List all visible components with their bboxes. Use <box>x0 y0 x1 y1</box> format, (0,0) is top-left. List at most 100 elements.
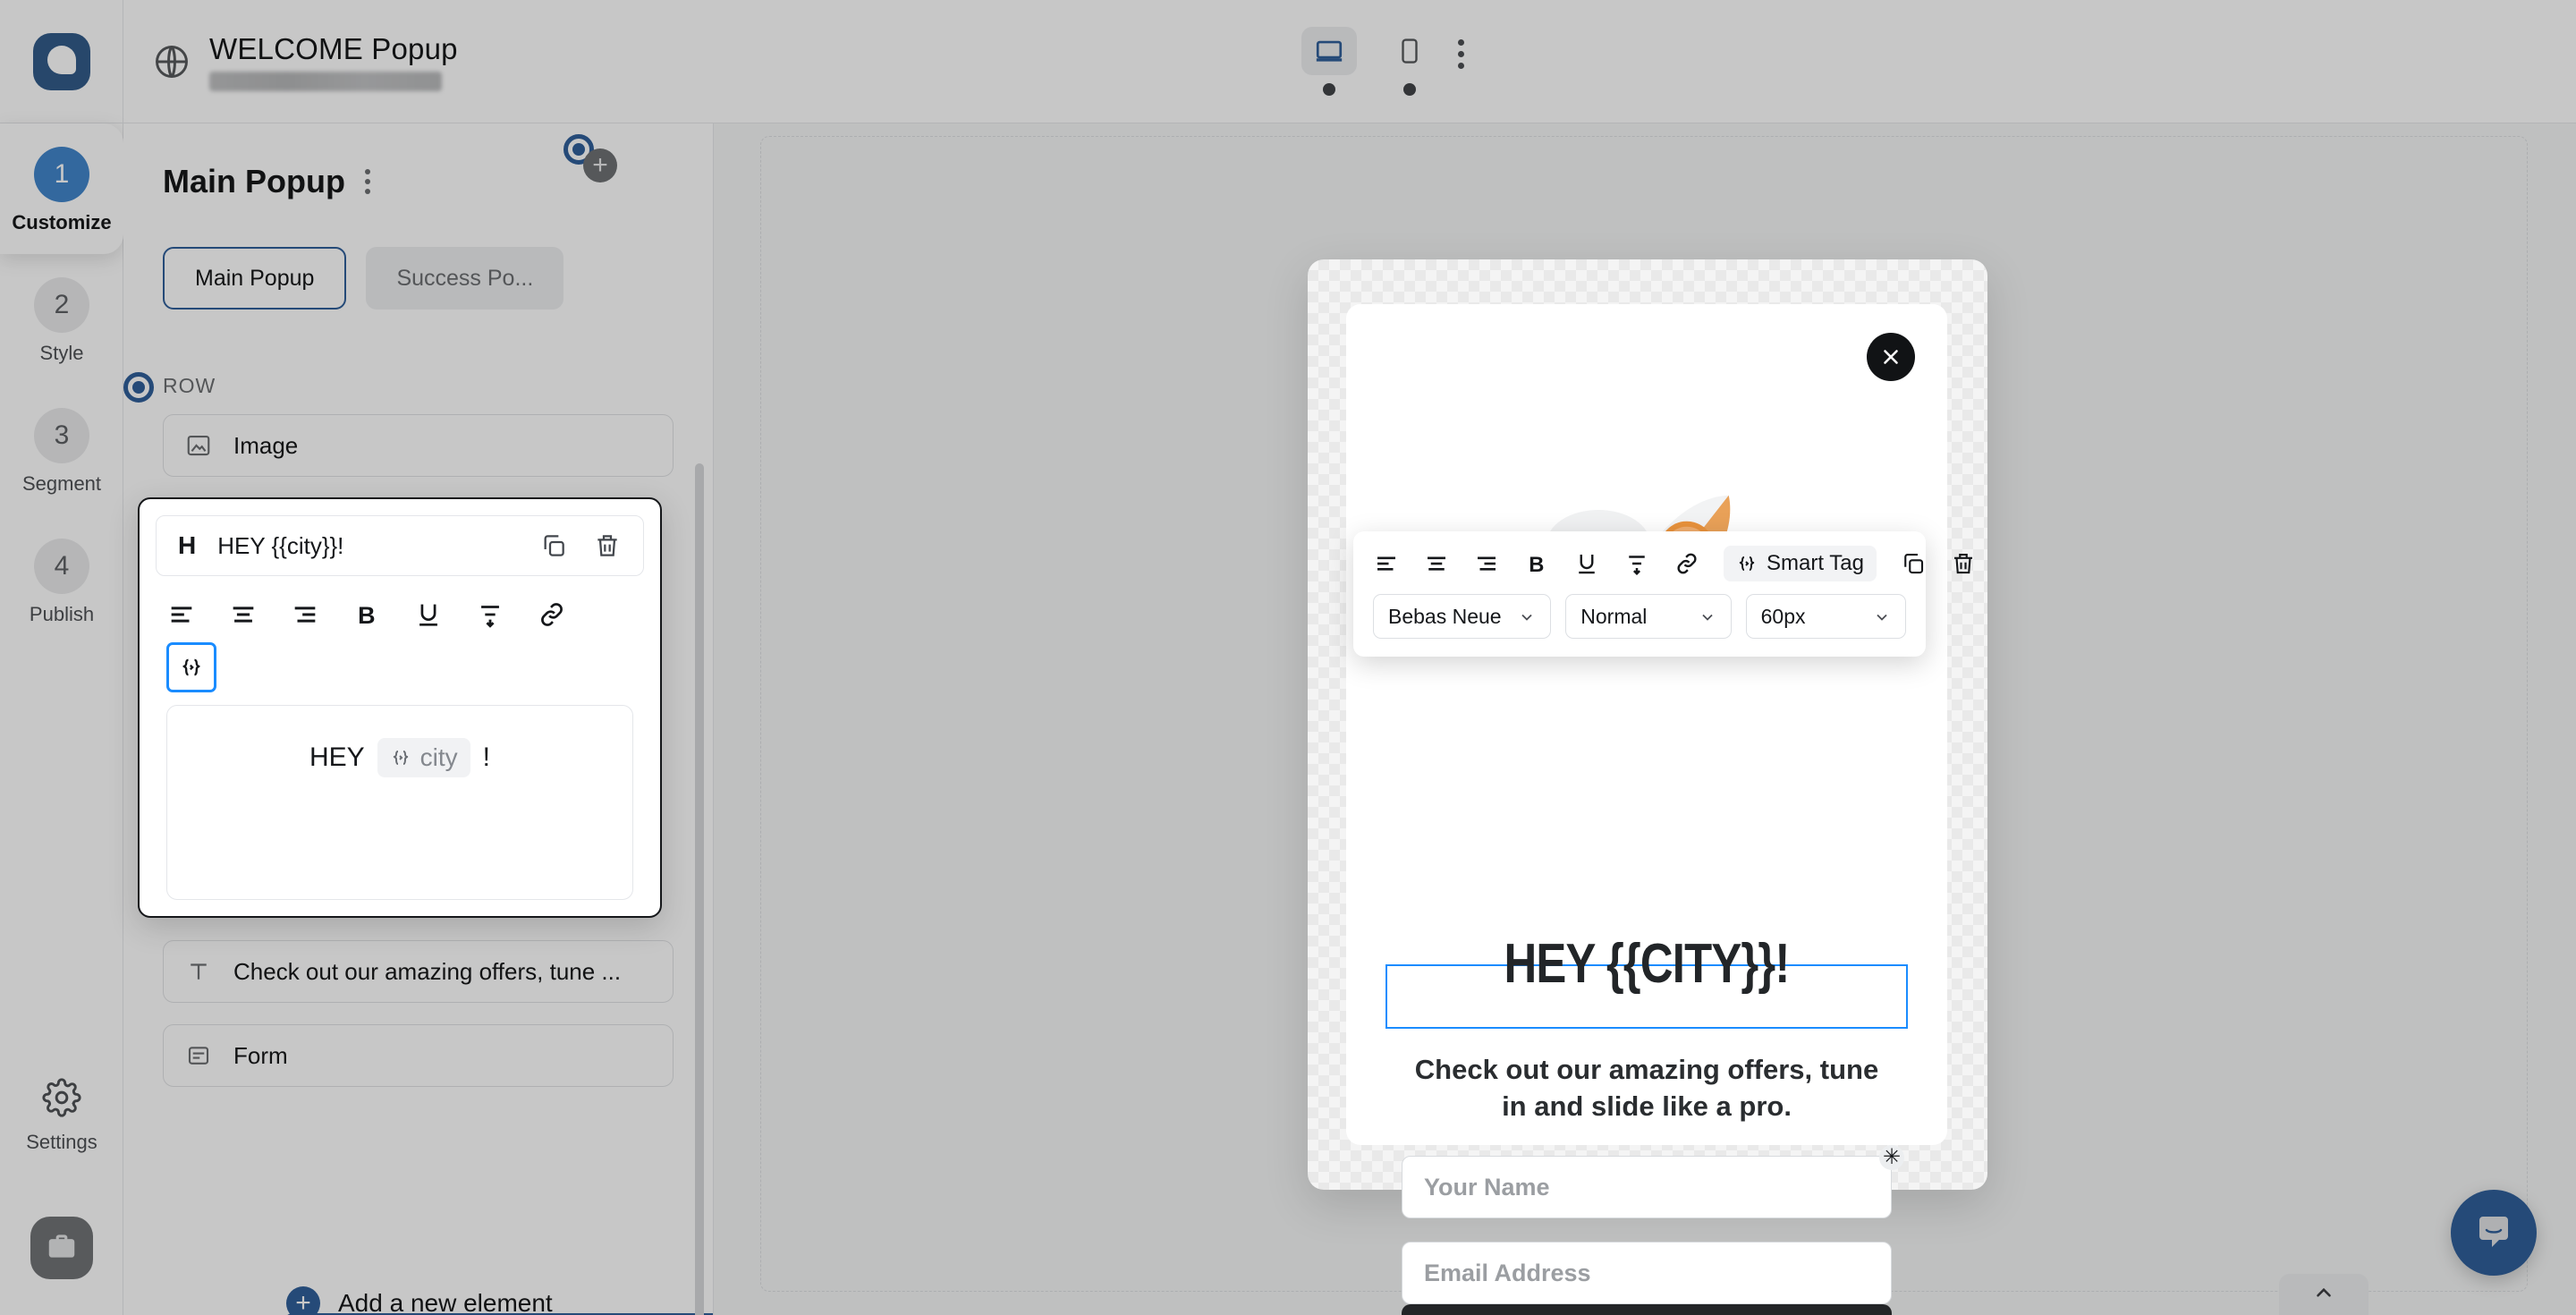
keep-me-updated-button[interactable]: Keep me updated <box>1402 1304 1892 1315</box>
sidebar-item-customize[interactable]: 1 Customize <box>0 123 123 254</box>
bold-icon[interactable]: B <box>1523 550 1550 577</box>
copy-icon[interactable] <box>539 531 568 560</box>
kebab-menu-icon[interactable] <box>1458 39 1464 69</box>
heading-actions <box>539 531 622 560</box>
align-left-icon[interactable] <box>166 599 197 630</box>
font-weight-value: Normal <box>1580 604 1648 628</box>
popup-heading: HEY {{CITY}}! <box>1504 933 1791 995</box>
collapse-panel-button[interactable] <box>2279 1274 2368 1315</box>
sidebar-item-style[interactable]: 2 Style <box>0 254 123 385</box>
trash-icon[interactable] <box>593 531 622 560</box>
smart-tag-chip-label: city <box>419 743 458 771</box>
underline-icon[interactable] <box>1573 550 1600 577</box>
heading-title: HEY {{city}}! <box>217 531 344 559</box>
font-size-select[interactable]: 60px <box>1745 594 1906 639</box>
tab-main-popup[interactable]: Main Popup <box>163 247 347 310</box>
step-number: 3 <box>34 408 89 463</box>
tab-success-popup[interactable]: Success Po... <box>366 247 564 310</box>
sidebar-item-segment[interactable]: 3 Segment <box>0 385 123 515</box>
link-icon[interactable] <box>1674 550 1700 577</box>
align-right-icon[interactable] <box>1473 550 1500 577</box>
chevron-down-icon <box>1518 607 1536 625</box>
email-field[interactable]: Email Address <box>1402 1242 1892 1304</box>
align-right-icon[interactable] <box>290 599 320 630</box>
gear-icon <box>42 1078 81 1122</box>
bold-icon[interactable]: B <box>352 599 382 630</box>
svg-text:B: B <box>358 602 375 629</box>
selected-heading-header: H HEY {{city}}! <box>156 515 644 576</box>
heading-format-toolbar: B <box>156 576 644 630</box>
popup-step-tabs: Main Popup Success Po... <box>123 200 713 310</box>
row-label-text: ROW <box>163 374 216 397</box>
row-select-radio[interactable] <box>123 372 154 403</box>
device-preview-toggle <box>1301 27 1437 96</box>
avatar[interactable] <box>30 1217 93 1279</box>
image-icon <box>185 432 212 459</box>
desktop-icon <box>1301 27 1357 75</box>
desktop-indicator-dot <box>1323 83 1335 96</box>
add-new-element-button[interactable]: + Add a new element <box>286 1286 553 1315</box>
line-height-icon[interactable] <box>1623 550 1650 577</box>
heading-type-badge: H <box>178 531 197 559</box>
heading-preview[interactable]: HEY city ! <box>166 705 633 900</box>
page-title: WELCOME Popup <box>209 31 458 65</box>
mobile-indicator-dot <box>1403 83 1416 96</box>
toolbar-icon-row: B Smart Tag <box>1373 546 1972 581</box>
popupsmart-logo-icon <box>32 32 90 90</box>
font-family-select[interactable]: Bebas Neue <box>1373 594 1552 639</box>
step-label: Style <box>39 342 84 364</box>
chat-bubble-icon[interactable] <box>2451 1190 2537 1276</box>
underline-icon[interactable] <box>413 599 444 630</box>
redacted-subtitle <box>209 71 442 91</box>
list-item-form[interactable]: Form <box>163 1024 674 1087</box>
align-center-icon[interactable] <box>1423 550 1450 577</box>
panel-title: Main Popup <box>163 163 345 199</box>
list-item-label: Image <box>233 431 299 459</box>
step-label: Customize <box>12 211 112 233</box>
align-center-icon[interactable] <box>228 599 258 630</box>
chevron-up-icon <box>2312 1281 2335 1309</box>
form-icon <box>185 1042 212 1069</box>
add-element-label: Add a new element <box>338 1289 553 1315</box>
step-number: 2 <box>34 277 89 333</box>
selected-heading-editor: H HEY {{city}}! B HEY city ! <box>138 497 662 918</box>
text-icon <box>185 958 212 985</box>
list-item-image[interactable]: Image <box>163 414 674 477</box>
list-item-label: Form <box>233 1041 288 1069</box>
link-icon[interactable] <box>537 599 567 630</box>
sidebar-item-settings[interactable]: Settings <box>26 1078 97 1154</box>
required-badge: ✳ <box>1879 1145 1904 1170</box>
smart-tag-button[interactable]: Smart Tag <box>1724 546 1877 581</box>
list-item-text[interactable]: Check out our amazing offers, tune ... <box>163 940 674 1003</box>
close-icon[interactable] <box>1867 333 1915 381</box>
chevron-down-icon <box>1873 607 1891 625</box>
copy-icon[interactable] <box>1900 550 1927 577</box>
briefcase-icon <box>45 1229 79 1268</box>
settings-label: Settings <box>26 1131 97 1153</box>
line-height-icon[interactable] <box>475 599 505 630</box>
floating-text-toolbar: B Smart Tag Bebas Neue Normal 60px <box>1353 531 1972 657</box>
smart-tag-chip[interactable]: city <box>377 738 470 777</box>
align-left-icon[interactable] <box>1373 550 1400 577</box>
panel-scrollbar[interactable] <box>695 463 704 1315</box>
chevron-down-icon <box>1699 607 1716 625</box>
trash-icon[interactable] <box>1950 550 1977 577</box>
name-field[interactable]: Your Name <box>1402 1156 1892 1218</box>
panel-kebab-menu-icon[interactable] <box>364 169 370 194</box>
plus-icon: + <box>286 1286 320 1315</box>
font-family-value: Bebas Neue <box>1388 604 1502 628</box>
add-step-button[interactable]: + <box>583 148 617 182</box>
sidebar-item-publish[interactable]: 4 Publish <box>0 515 123 646</box>
device-mobile-button[interactable] <box>1382 27 1437 96</box>
step-number: 1 <box>34 147 89 202</box>
app-logo[interactable] <box>0 0 123 123</box>
step-label: Segment <box>21 472 102 495</box>
mobile-icon <box>1382 27 1437 75</box>
popup-subheading: Check out our amazing offers, tune in an… <box>1414 1054 1879 1122</box>
step-number: 4 <box>34 539 89 594</box>
font-size-value: 60px <box>1760 604 1806 628</box>
smart-tag-icon[interactable] <box>166 642 216 692</box>
font-weight-select[interactable]: Normal <box>1565 594 1732 639</box>
rail-bottom-group: Settings <box>0 1078 123 1315</box>
device-desktop-button[interactable] <box>1301 27 1357 96</box>
